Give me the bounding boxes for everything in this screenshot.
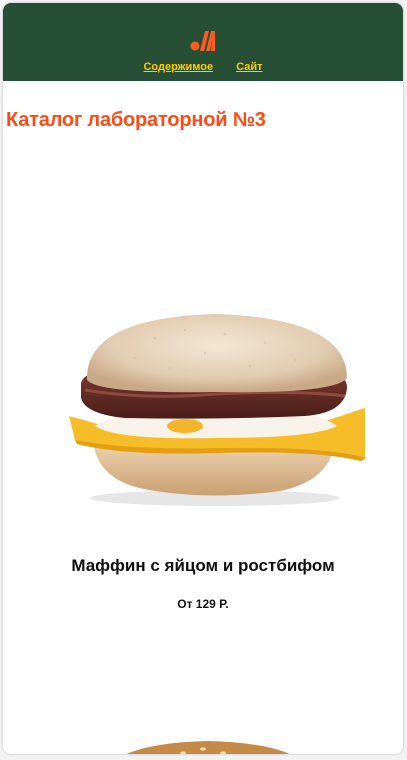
header-nav: Содержимое Сайт <box>3 61 403 73</box>
nav-link-contents[interactable]: Содержимое <box>143 61 213 73</box>
catalog-title: Каталог лабораторной №3 <box>6 109 266 131</box>
product-price: От 129 Р. <box>177 597 229 611</box>
product-name[interactable]: Маффин с яйцом и ростбифом <box>3 556 403 576</box>
muffin-egg-roastbeef-image[interactable] <box>65 308 365 508</box>
next-product-image[interactable] <box>103 731 313 754</box>
nav-link-site[interactable]: Сайт <box>236 61 262 73</box>
site-header: Содержимое Сайт <box>3 3 403 81</box>
golden-arches-logo-icon[interactable] <box>190 27 218 53</box>
page-frame: Содержимое Сайт Каталог лабораторной №3 <box>3 3 403 754</box>
